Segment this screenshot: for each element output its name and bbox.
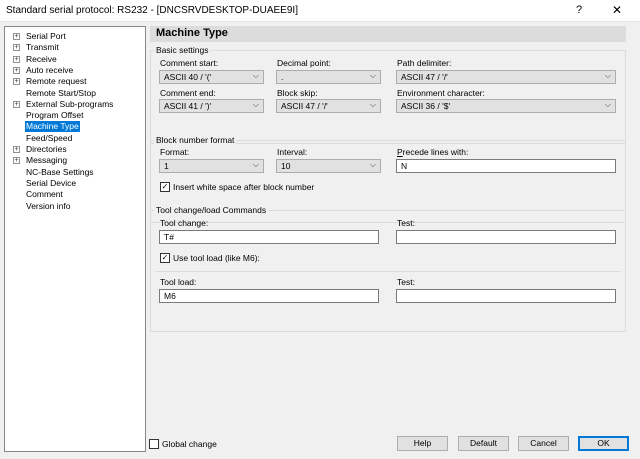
tree-item-label: Remote Start/Stop — [26, 87, 96, 98]
block-number-title: Block number format — [154, 135, 237, 145]
decimal-point-label: Decimal point: — [277, 58, 331, 68]
page-title: Machine Type — [156, 27, 228, 39]
expand-plus-icon[interactable]: + — [13, 66, 20, 74]
whitespace-label: Insert white space after block number — [173, 182, 315, 192]
block-skip-value: ASCII 47 / '/' — [281, 101, 328, 111]
basic-settings-title: Basic settings — [154, 45, 211, 55]
chevron-down-icon: ⌵ — [604, 71, 611, 80]
expand-plus-icon[interactable]: + — [13, 146, 20, 153]
chevron-down-icon: ⌵ — [369, 71, 376, 80]
interval-label: Interval: — [277, 147, 308, 157]
separator — [155, 271, 621, 272]
env-char-value: ASCII 36 / '$' — [401, 101, 451, 111]
env-char-select[interactable]: ASCII 36 / '$' ⌵ — [396, 99, 616, 113]
tool-change-test-input[interactable] — [396, 230, 616, 244]
path-delimiter-label: Path delimiter: — [397, 58, 452, 68]
format-value: 1 — [164, 161, 169, 171]
format-select[interactable]: 1 ⌵ — [159, 159, 264, 173]
tree-item-label: Serial Port — [26, 31, 66, 41]
global-change-checkbox[interactable] — [149, 439, 159, 449]
path-delimiter-value: ASCII 47 / '/' — [401, 72, 448, 82]
decimal-point-value: . — [281, 72, 284, 82]
tree-item-label: NC-Base Settings — [26, 166, 94, 177]
use-tool-load-checkbox[interactable]: ✓ — [160, 253, 170, 263]
env-char-label: Environment character: — [397, 88, 485, 98]
expand-plus-icon[interactable]: + — [13, 44, 20, 52]
tree-item-label: Version info — [26, 200, 71, 211]
expand-plus-icon[interactable]: + — [13, 78, 20, 86]
dialog-client: + Serial Port + Transmit + Receive + Auto recei… — [0, 22, 640, 459]
chevron-down-icon: ⌵ — [252, 160, 259, 169]
cancel-button[interactable]: Cancel — [518, 436, 569, 451]
help-button[interactable]: Help — [397, 436, 448, 451]
tool-change-label: Tool change: — [160, 218, 209, 228]
global-change-label: Global change — [162, 439, 217, 449]
format-label: Format: — [160, 147, 190, 157]
comment-end-value: ASCII 41 / ')' — [164, 101, 212, 111]
precede-lines-label: Precede lines with: — [397, 147, 468, 157]
block-skip-select[interactable]: ASCII 47 / '/' ⌵ — [276, 99, 381, 113]
path-delimiter-select[interactable]: ASCII 47 / '/' ⌵ — [396, 70, 616, 84]
basic-settings-group — [150, 50, 626, 144]
tool-change-value: T# — [164, 232, 174, 242]
comment-start-value: ASCII 40 / '(' — [164, 72, 212, 82]
tree-item-label: Directories — [26, 144, 67, 154]
help-title-button[interactable]: ? — [573, 3, 585, 17]
tree-item-label: Messaging — [26, 155, 68, 166]
default-button[interactable]: Default — [458, 436, 509, 451]
chevron-down-icon: ⌵ — [369, 160, 376, 169]
tree-item-label: Transmit — [26, 42, 59, 53]
block-skip-label: Block skip: — [277, 88, 318, 98]
comment-start-label: Comment start: — [160, 58, 219, 68]
tree-item-label: Auto receive — [26, 64, 74, 75]
tree-item-label: Remote request — [26, 76, 87, 87]
tool-load-test-label: Test: — [397, 277, 415, 287]
chevron-down-icon: ⌵ — [252, 71, 259, 80]
expand-plus-icon[interactable]: + — [13, 55, 20, 63]
chevron-down-icon: ⌵ — [369, 100, 376, 109]
settings-tree[interactable]: + Serial Port + Transmit + Receive + Auto recei… — [4, 26, 146, 452]
tree-item-label: Machine Type — [25, 121, 80, 133]
tool-load-test-input[interactable] — [396, 289, 616, 303]
page-header: Machine Type — [150, 26, 626, 42]
tool-commands-title: Tool change/load Commands — [154, 205, 269, 215]
use-tool-load-label: Use tool load (like M6): — [173, 253, 260, 263]
whitespace-checkbox[interactable]: ✓ — [160, 182, 170, 192]
tree-item-label: External Sub-programs — [26, 98, 114, 109]
precede-lines-label-text: recede lines with: — [402, 147, 469, 157]
expand-plus-icon[interactable]: + — [13, 33, 20, 40]
comment-end-select[interactable]: ASCII 41 / ')' ⌵ — [159, 99, 264, 113]
tree-item-label: Feed/Speed — [26, 132, 73, 143]
tool-load-label: Tool load: — [160, 277, 197, 287]
ok-button[interactable]: OK — [578, 436, 629, 451]
tool-load-value: M6 — [164, 291, 176, 301]
tool-change-input[interactable]: T# — [159, 230, 379, 244]
title-bar: Standard serial protocol: RS232 - [DNCSR… — [0, 0, 640, 22]
tree-item-label: Comment — [26, 189, 63, 200]
interval-value: 10 — [281, 161, 291, 171]
precede-lines-value: N — [401, 161, 408, 171]
comment-end-label: Comment end: — [160, 88, 216, 98]
expand-plus-icon[interactable]: + — [13, 157, 20, 165]
tree-item-label: Receive — [26, 53, 57, 64]
tree-item-label: Serial Device — [26, 177, 77, 188]
precede-lines-input[interactable]: N — [396, 159, 616, 173]
tree-item-label: Program Offset — [26, 110, 84, 121]
chevron-down-icon: ⌵ — [252, 100, 259, 109]
comment-start-select[interactable]: ASCII 40 / '(' ⌵ — [159, 70, 264, 84]
tool-load-input[interactable]: M6 — [159, 289, 379, 303]
expand-plus-icon[interactable]: + — [13, 100, 20, 108]
window-title: Standard serial protocol: RS232 - [DNCSR… — [6, 5, 298, 16]
decimal-point-select[interactable]: . ⌵ — [276, 70, 381, 84]
chevron-down-icon: ⌵ — [604, 100, 611, 109]
interval-select[interactable]: 10 ⌵ — [276, 159, 381, 173]
close-button[interactable]: ✕ — [594, 0, 640, 21]
tool-change-test-label: Test: — [397, 218, 415, 228]
